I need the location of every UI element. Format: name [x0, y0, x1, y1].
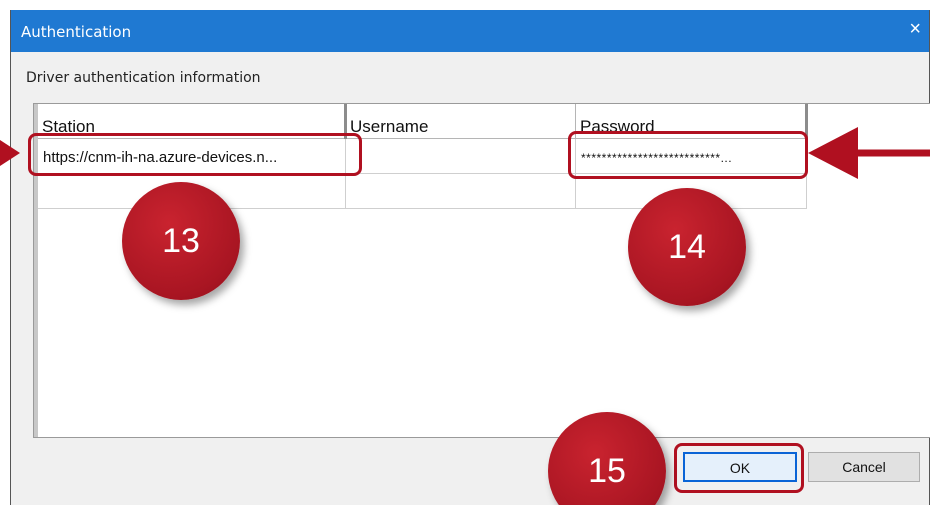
step-number: 13: [162, 222, 200, 260]
step-badge-13: 13: [122, 182, 240, 300]
password-highlight: [568, 131, 808, 179]
step-badge-14: 14: [628, 188, 746, 306]
step-number: 15: [588, 452, 626, 490]
step-number: 14: [668, 228, 706, 266]
arrow-right-icon: [0, 140, 20, 166]
station-highlight: [28, 133, 362, 176]
arrow-left-icon: [808, 127, 858, 179]
ok-highlight: [674, 443, 804, 493]
